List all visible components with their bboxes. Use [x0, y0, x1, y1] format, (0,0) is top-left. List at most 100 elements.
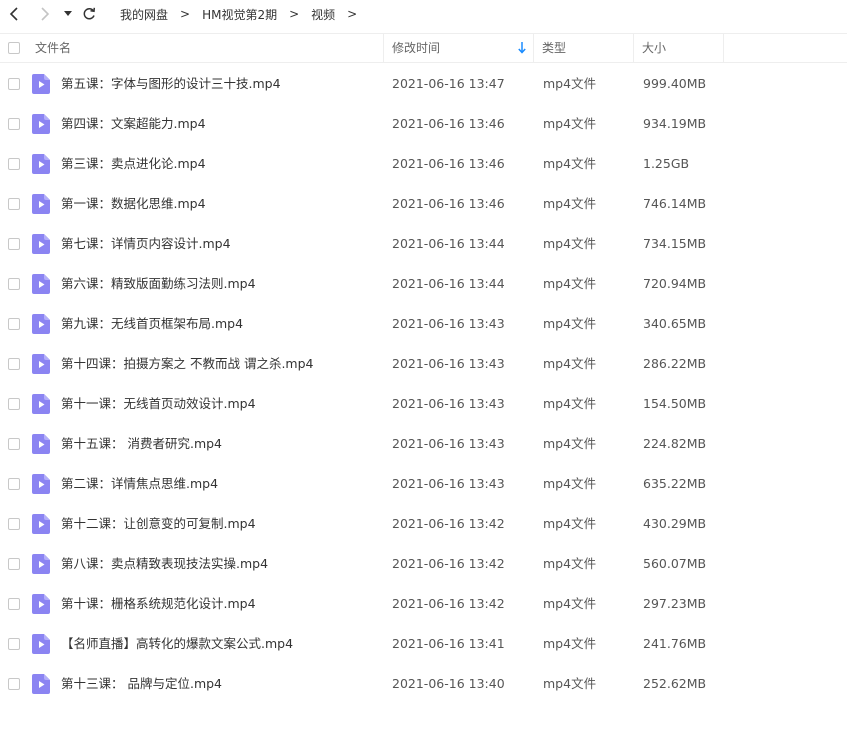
caret-down-icon — [64, 11, 72, 16]
file-name: 第十一课：无线首页动效设计.mp4 — [61, 396, 256, 411]
sort-descending-icon — [518, 42, 526, 54]
column-header-type[interactable]: 类型 — [542, 34, 566, 62]
video-file-icon — [32, 74, 50, 94]
file-row[interactable]: 第一课：数据化思维.mp4 2021-06-16 13:46 mp4文件 746… — [0, 184, 847, 224]
file-type: mp4文件 — [543, 356, 597, 371]
row-checkbox[interactable] — [8, 398, 20, 410]
forward-button[interactable] — [34, 4, 54, 24]
select-all-checkbox[interactable] — [8, 42, 20, 54]
breadcrumb-item-root[interactable]: 我的网盘 — [112, 6, 176, 23]
file-type: mp4文件 — [543, 316, 597, 331]
row-checkbox[interactable] — [8, 198, 20, 210]
history-dropdown-button[interactable] — [59, 4, 77, 24]
refresh-icon — [83, 7, 96, 20]
file-name: 第八课：卖点精致表现技法实操.mp4 — [61, 556, 269, 571]
file-name: 第二课：详情焦点思维.mp4 — [61, 476, 219, 491]
video-file-icon — [32, 554, 50, 574]
row-checkbox[interactable] — [8, 438, 20, 450]
file-modified-time: 2021-06-16 13:47 — [392, 76, 505, 91]
video-file-icon — [32, 674, 50, 694]
file-modified-time: 2021-06-16 13:44 — [392, 276, 505, 291]
file-name: 第十五课： 消费者研究.mp4 — [61, 436, 223, 451]
row-checkbox[interactable] — [8, 78, 20, 90]
file-size: 999.40MB — [643, 76, 707, 91]
file-row[interactable]: 第十一课：无线首页动效设计.mp4 2021-06-16 13:43 mp4文件… — [0, 384, 847, 424]
file-row[interactable]: 第八课：卖点精致表现技法实操.mp4 2021-06-16 13:42 mp4文… — [0, 544, 847, 584]
file-row[interactable]: 第十四课：拍摄方案之 不教而战 谓之杀.mp4 2021-06-16 13:43… — [0, 344, 847, 384]
column-divider[interactable] — [383, 34, 384, 62]
column-header-modified-label: 修改时间 — [392, 41, 441, 55]
file-row[interactable]: 第十三课： 品牌与定位.mp4 2021-06-16 13:40 mp4文件 2… — [0, 664, 847, 704]
file-type: mp4文件 — [543, 596, 597, 611]
column-header-name[interactable]: 文件名 — [35, 34, 71, 62]
file-type: mp4文件 — [543, 236, 597, 251]
row-checkbox[interactable] — [8, 518, 20, 530]
file-name: 第三课：卖点进化论.mp4 — [61, 156, 206, 171]
video-file-icon — [32, 274, 50, 294]
file-modified-time: 2021-06-16 13:46 — [392, 196, 505, 211]
file-name: 第十二课：让创意变的可复制.mp4 — [61, 516, 256, 531]
row-checkbox[interactable] — [8, 558, 20, 570]
file-modified-time: 2021-06-16 13:46 — [392, 156, 505, 171]
breadcrumb-item-current[interactable]: 视频 — [303, 6, 343, 23]
column-header-size[interactable]: 大小 — [642, 34, 666, 62]
file-row[interactable]: 第十二课：让创意变的可复制.mp4 2021-06-16 13:42 mp4文件… — [0, 504, 847, 544]
file-row[interactable]: 第二课：详情焦点思维.mp4 2021-06-16 13:43 mp4文件 63… — [0, 464, 847, 504]
file-size: 286.22MB — [643, 356, 707, 371]
file-row[interactable]: 第十五课： 消费者研究.mp4 2021-06-16 13:43 mp4文件 2… — [0, 424, 847, 464]
row-checkbox[interactable] — [8, 638, 20, 650]
breadcrumb-separator-icon: > — [289, 7, 300, 21]
row-checkbox[interactable] — [8, 598, 20, 610]
row-checkbox[interactable] — [8, 478, 20, 490]
refresh-button[interactable] — [79, 4, 99, 24]
file-size: 560.07MB — [643, 556, 707, 571]
file-name: 第五课：字体与图形的设计三十技.mp4 — [61, 76, 281, 91]
file-list: 第五课：字体与图形的设计三十技.mp4 2021-06-16 13:47 mp4… — [0, 64, 847, 704]
file-row[interactable]: 第十课：栅格系统规范化设计.mp4 2021-06-16 13:42 mp4文件… — [0, 584, 847, 624]
file-row[interactable]: 第九课：无线首页框架布局.mp4 2021-06-16 13:43 mp4文件 … — [0, 304, 847, 344]
file-row[interactable]: 第六课：精致版面勤练习法则.mp4 2021-06-16 13:44 mp4文件… — [0, 264, 847, 304]
file-name: 第四课：文案超能力.mp4 — [61, 116, 206, 131]
column-divider[interactable] — [533, 34, 534, 62]
column-divider[interactable] — [723, 34, 724, 62]
file-type: mp4文件 — [543, 436, 597, 451]
file-row[interactable]: 第四课：文案超能力.mp4 2021-06-16 13:46 mp4文件 934… — [0, 104, 847, 144]
file-row[interactable]: 第三课：卖点进化论.mp4 2021-06-16 13:46 mp4文件 1.2… — [0, 144, 847, 184]
file-name: 【名师直播】高转化的爆款文案公式.mp4 — [61, 636, 294, 651]
row-checkbox[interactable] — [8, 158, 20, 170]
chevron-right-icon — [41, 7, 50, 21]
video-file-icon — [32, 434, 50, 454]
file-name: 第六课：精致版面勤练习法则.mp4 — [61, 276, 256, 291]
file-size: 154.50MB — [643, 396, 707, 411]
file-modified-time: 2021-06-16 13:43 — [392, 436, 505, 451]
row-checkbox[interactable] — [8, 358, 20, 370]
row-checkbox[interactable] — [8, 678, 20, 690]
row-checkbox[interactable] — [8, 278, 20, 290]
column-divider[interactable] — [633, 34, 634, 62]
file-modified-time: 2021-06-16 13:43 — [392, 316, 505, 331]
file-modified-time: 2021-06-16 13:40 — [392, 676, 505, 691]
video-file-icon — [32, 474, 50, 494]
file-type: mp4文件 — [543, 476, 597, 491]
file-row[interactable]: 第七课：详情页内容设计.mp4 2021-06-16 13:44 mp4文件 7… — [0, 224, 847, 264]
file-row[interactable]: 第五课：字体与图形的设计三十技.mp4 2021-06-16 13:47 mp4… — [0, 64, 847, 104]
video-file-icon — [32, 594, 50, 614]
file-size: 252.62MB — [643, 676, 707, 691]
file-name: 第十四课：拍摄方案之 不教而战 谓之杀.mp4 — [61, 356, 314, 371]
file-size: 1.25GB — [643, 156, 690, 171]
row-checkbox[interactable] — [8, 318, 20, 330]
file-type: mp4文件 — [543, 516, 597, 531]
file-row[interactable]: 【名师直播】高转化的爆款文案公式.mp4 2021-06-16 13:41 mp… — [0, 624, 847, 664]
breadcrumb-separator-icon[interactable]: > — [343, 7, 361, 21]
back-button[interactable] — [5, 4, 25, 24]
file-size: 224.82MB — [643, 436, 707, 451]
column-header-modified[interactable]: 修改时间 — [392, 34, 532, 62]
file-size: 635.22MB — [643, 476, 707, 491]
file-modified-time: 2021-06-16 13:42 — [392, 556, 505, 571]
row-checkbox[interactable] — [8, 118, 20, 130]
row-checkbox[interactable] — [8, 238, 20, 250]
file-type: mp4文件 — [543, 676, 597, 691]
file-type: mp4文件 — [543, 116, 597, 131]
breadcrumb-item-folder[interactable]: HM视觉第2期 — [194, 6, 285, 23]
file-size: 241.76MB — [643, 636, 707, 651]
